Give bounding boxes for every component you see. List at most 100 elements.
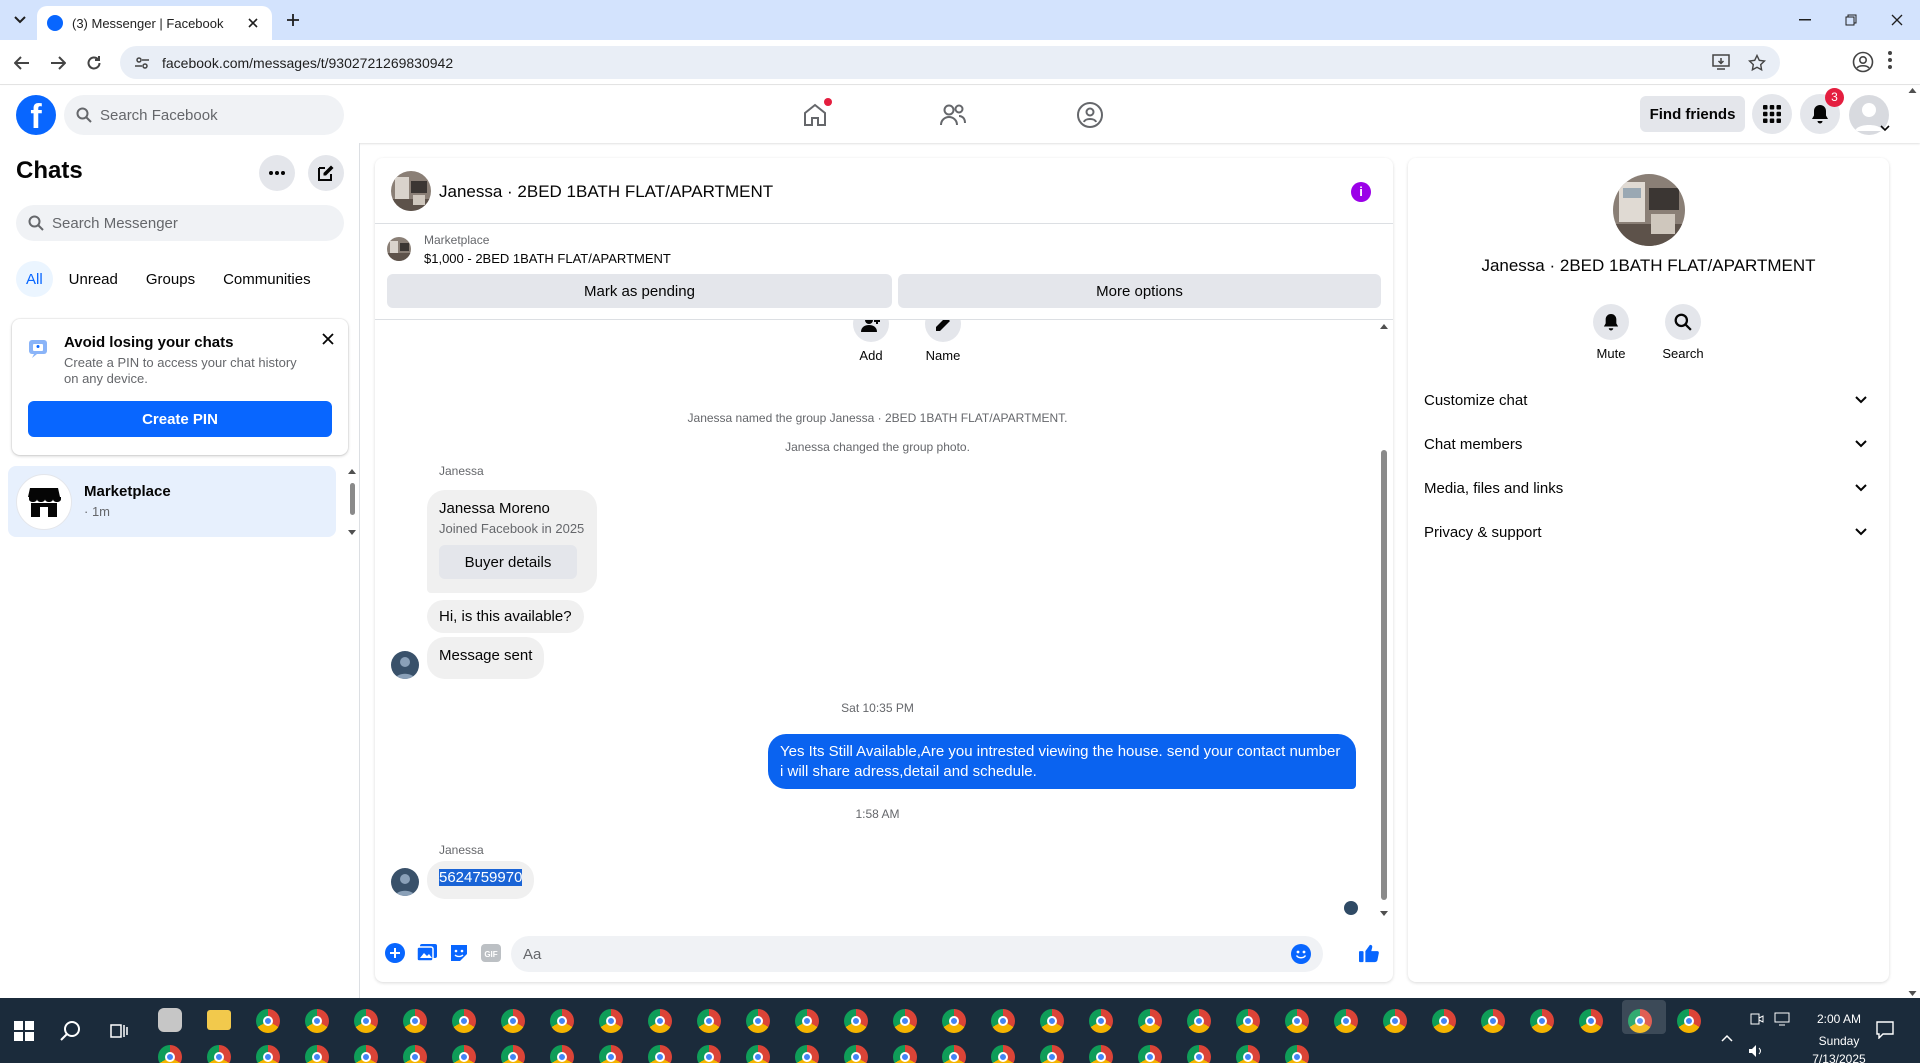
- chrome-app-icon[interactable]: [452, 1009, 476, 1033]
- find-friends-button[interactable]: Find friends: [1640, 96, 1745, 132]
- filter-all[interactable]: All: [16, 261, 53, 297]
- chrome-app-icon[interactable]: [354, 1009, 378, 1033]
- chrome-app-icon[interactable]: [1285, 1009, 1309, 1033]
- privacy-support-row[interactable]: Privacy & support: [1424, 510, 1873, 554]
- tab-search-chevron-icon[interactable]: [8, 8, 32, 32]
- chrome-app-icon[interactable]: [844, 1009, 868, 1033]
- task-view-icon[interactable]: [110, 1022, 128, 1040]
- action-center-icon[interactable]: [1876, 1021, 1894, 1039]
- sticker-icon[interactable]: [449, 943, 469, 963]
- chrome-app-icon[interactable]: [795, 1009, 819, 1033]
- conversation-scrollbar[interactable]: [1377, 320, 1391, 920]
- mute-action[interactable]: Mute: [1581, 304, 1641, 361]
- chrome-app-icon[interactable]: [354, 1045, 378, 1063]
- menu-grid-icon[interactable]: [1752, 94, 1792, 134]
- sender-avatar[interactable]: [391, 651, 419, 679]
- reload-icon[interactable]: [82, 51, 106, 75]
- home-nav-icon[interactable]: [800, 98, 832, 130]
- chrome-app-icon[interactable]: [746, 1045, 770, 1063]
- more-options-button[interactable]: More options: [898, 274, 1381, 308]
- tray-chevron-up-icon[interactable]: [1720, 1032, 1734, 1046]
- install-app-icon[interactable]: [1712, 54, 1730, 70]
- chrome-app-icon[interactable]: [1236, 1009, 1260, 1033]
- close-icon[interactable]: [318, 329, 338, 349]
- taskbar-app-icon[interactable]: [158, 1008, 182, 1032]
- chrome-app-icon[interactable]: [1677, 1009, 1701, 1033]
- restore-icon[interactable]: [1828, 0, 1874, 40]
- chrome-app-icon[interactable]: [256, 1045, 280, 1063]
- chrome-app-icon[interactable]: [501, 1045, 525, 1063]
- chrome-app-icon[interactable]: [1236, 1045, 1260, 1063]
- listing-thumbnail[interactable]: [387, 237, 411, 261]
- volume-icon[interactable]: [1748, 1044, 1764, 1058]
- emoji-icon[interactable]: [1291, 944, 1311, 964]
- facebook-search-input[interactable]: Search Facebook: [64, 95, 344, 135]
- outgoing-message[interactable]: Yes Its Still Available,Are you intreste…: [768, 734, 1356, 789]
- chrome-app-icon[interactable]: [550, 1009, 574, 1033]
- chrome-app-icon[interactable]: [1481, 1009, 1505, 1033]
- group-photo-avatar[interactable]: [391, 171, 431, 211]
- create-pin-button[interactable]: Create PIN: [28, 401, 332, 437]
- bookmark-star-icon[interactable]: [1748, 54, 1766, 72]
- search-in-chat-action[interactable]: Search: [1653, 304, 1713, 361]
- close-window-icon[interactable]: [1874, 0, 1920, 40]
- chrome-app-icon[interactable]: [1040, 1009, 1064, 1033]
- mark-as-pending-button[interactable]: Mark as pending: [387, 274, 892, 308]
- chrome-app-icon[interactable]: [1432, 1009, 1456, 1033]
- chrome-app-icon[interactable]: [697, 1045, 721, 1063]
- chat-members-row[interactable]: Chat members: [1424, 422, 1873, 466]
- filter-groups[interactable]: Groups: [134, 261, 207, 297]
- chat-list-item[interactable]: Marketplace · 1m: [8, 466, 336, 537]
- chrome-app-icon[interactable]: [403, 1045, 427, 1063]
- taskbar-clock[interactable]: 2:00 AM Sunday 7/13/2025: [1808, 1010, 1870, 1063]
- chrome-app-icon[interactable]: [942, 1045, 966, 1063]
- incoming-message[interactable]: Hi, is this available?: [427, 600, 584, 633]
- chats-options-more-icon[interactable]: [259, 155, 295, 191]
- incoming-message[interactable]: 5624759970: [427, 861, 535, 899]
- file-explorer-icon[interactable]: [207, 1010, 231, 1030]
- chrome-app-icon[interactable]: [305, 1009, 329, 1033]
- chrome-app-icon[interactable]: [207, 1045, 231, 1063]
- gif-icon[interactable]: GIF: [481, 943, 501, 963]
- chrome-app-icon[interactable]: [305, 1045, 329, 1063]
- sidebar-scrollbar[interactable]: [347, 469, 357, 535]
- friends-nav-icon[interactable]: [938, 100, 968, 130]
- chrome-app-icon[interactable]: [1285, 1045, 1309, 1063]
- back-arrow-icon[interactable]: [10, 51, 34, 75]
- customize-chat-row[interactable]: Customize chat: [1424, 378, 1873, 422]
- filter-unread[interactable]: Unread: [57, 261, 130, 297]
- listing-title[interactable]: $1,000 - 2BED 1BATH FLAT/APARTMENT: [424, 251, 671, 266]
- group-photo-large[interactable]: [1613, 174, 1685, 246]
- minimize-icon[interactable]: [1782, 0, 1828, 40]
- selected-phone-number[interactable]: 5624759970: [439, 869, 523, 886]
- chrome-app-icon[interactable]: [991, 1009, 1015, 1033]
- chrome-app-icon[interactable]: [795, 1045, 819, 1063]
- notifications-bell-icon[interactable]: 3: [1800, 88, 1844, 134]
- buyer-details-button[interactable]: Buyer details: [439, 545, 577, 579]
- chrome-app-icon[interactable]: [1334, 1009, 1358, 1033]
- chrome-app-icon[interactable]: [1089, 1009, 1113, 1033]
- filter-communities[interactable]: Communities: [211, 261, 323, 297]
- forward-arrow-icon[interactable]: [46, 51, 70, 75]
- chrome-app-icon[interactable]: [1040, 1045, 1064, 1063]
- chrome-app-icon[interactable]: [1138, 1045, 1162, 1063]
- account-chevron-icon[interactable]: [1880, 124, 1890, 132]
- close-tab-icon[interactable]: [244, 14, 262, 32]
- windows-start-icon[interactable]: [14, 1021, 34, 1041]
- new-tab-plus-icon[interactable]: [283, 10, 303, 30]
- incoming-message[interactable]: Message sent: [427, 637, 545, 679]
- info-icon[interactable]: i: [1351, 182, 1371, 202]
- chrome-app-icon[interactable]: [1579, 1009, 1603, 1033]
- meet-now-icon[interactable]: [1750, 1012, 1764, 1026]
- page-scrollbar[interactable]: [1905, 86, 1920, 998]
- facebook-logo-icon[interactable]: f: [16, 95, 56, 135]
- name-group-action[interactable]: Name: [913, 320, 973, 363]
- chrome-app-icon[interactable]: [648, 1045, 672, 1063]
- conversation-title[interactable]: Janessa · 2BED 1BATH FLAT/APARTMENT: [439, 182, 773, 202]
- chrome-app-icon[interactable]: [1187, 1009, 1211, 1033]
- chrome-app-icon[interactable]: [942, 1009, 966, 1033]
- chrome-app-icon[interactable]: [991, 1045, 1015, 1063]
- groups-nav-icon[interactable]: [1075, 100, 1105, 130]
- chrome-app-icon[interactable]: [648, 1009, 672, 1033]
- url-text[interactable]: facebook.com/messages/t/9302721269830942: [162, 55, 453, 71]
